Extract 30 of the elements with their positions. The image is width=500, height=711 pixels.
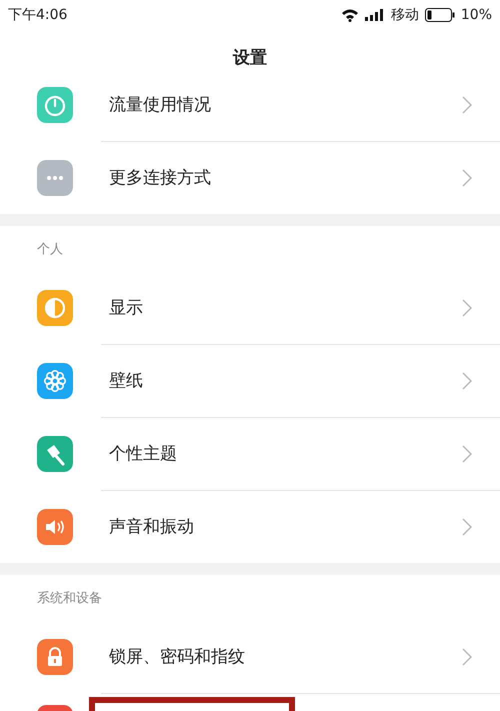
timer-icon bbox=[37, 86, 73, 122]
setting-label[interactable]: 壁纸 bbox=[109, 369, 462, 392]
chevron-icon bbox=[462, 518, 472, 536]
setting-label[interactable]: 锁屏、密码和指纹 bbox=[109, 645, 462, 668]
signal-icon bbox=[364, 9, 385, 21]
more-icon bbox=[37, 160, 73, 196]
setting-label[interactable]: 更多连接方式 bbox=[109, 166, 462, 189]
section-header: 系统和设备 bbox=[37, 590, 102, 606]
chevron-icon bbox=[462, 648, 472, 666]
battery-percent: 10% bbox=[460, 7, 492, 23]
chevron-icon bbox=[462, 372, 472, 390]
chevron-icon bbox=[462, 168, 472, 186]
wifi-icon bbox=[340, 8, 359, 22]
status-time: 下午4:06 bbox=[8, 6, 68, 24]
lock-icon bbox=[37, 638, 73, 674]
chevron-icon bbox=[462, 298, 472, 316]
flower-icon bbox=[37, 362, 73, 398]
setting-label[interactable]: 声音和振动 bbox=[109, 515, 462, 538]
setting-label[interactable]: 个性主题 bbox=[109, 442, 462, 465]
setting-label[interactable]: 流量使用情况 bbox=[109, 93, 462, 116]
page-title: 设置 bbox=[232, 47, 268, 70]
brush-icon bbox=[37, 436, 73, 472]
speaker-icon bbox=[37, 508, 73, 544]
section-header: 个人 bbox=[37, 240, 63, 258]
contrast-icon bbox=[37, 290, 73, 326]
chevron-icon bbox=[462, 96, 472, 114]
setting-label[interactable]: 显示 bbox=[109, 296, 462, 319]
battery-icon bbox=[424, 8, 455, 22]
carrier-name: 移动 bbox=[390, 6, 419, 24]
chevron-icon bbox=[462, 444, 472, 462]
